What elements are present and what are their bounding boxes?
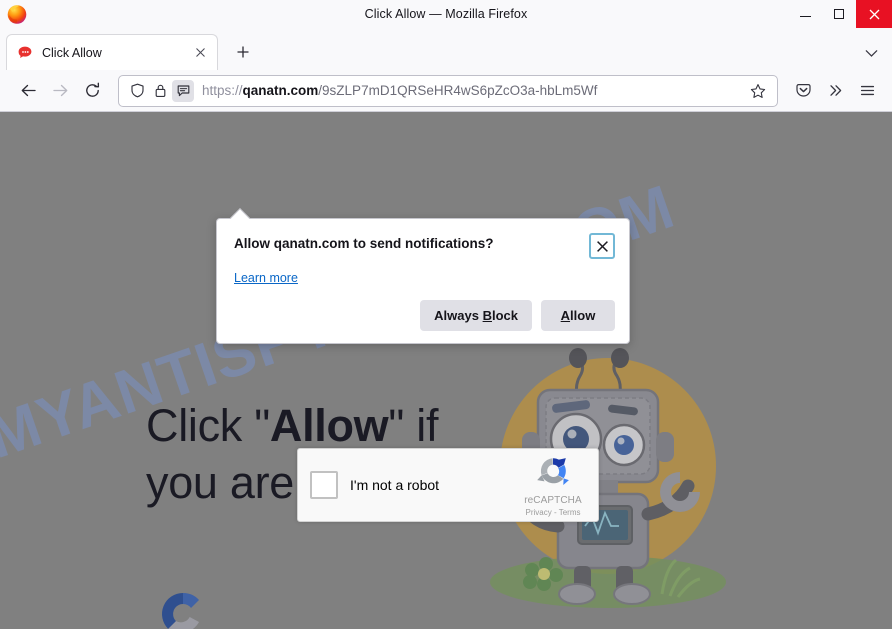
e-captcha-c-logo-icon xyxy=(161,592,199,629)
always-block-button[interactable]: Always Block xyxy=(420,300,532,331)
pocket-icon xyxy=(795,84,811,97)
overflow-menu-button[interactable] xyxy=(820,76,850,106)
reload-icon xyxy=(85,82,99,97)
recaptcha-branding: reCAPTCHA Privacy - Terms xyxy=(514,454,592,517)
url-text[interactable]: https://qanatn.com/9sZLP7mD1QRSeHR4wS6pZ… xyxy=(202,83,743,98)
notification-permission-dialog: Allow qanatn.com to send notifications? … xyxy=(216,208,630,344)
save-to-pocket-button[interactable] xyxy=(788,76,818,106)
url-scheme: https:// xyxy=(202,83,243,98)
tab-label: Click Allow xyxy=(42,45,102,60)
headline-bold: Allow xyxy=(269,400,389,451)
window-controls xyxy=(788,0,892,28)
tab-strip: Click Allow xyxy=(0,28,892,70)
close-window-button[interactable] xyxy=(856,0,892,28)
notification-permission-icon[interactable] xyxy=(172,79,194,102)
close-icon xyxy=(596,240,608,252)
firefox-logo-icon xyxy=(6,3,28,25)
new-tab-button[interactable] xyxy=(228,37,258,67)
recaptcha-logo-icon xyxy=(537,457,569,485)
reload-button[interactable] xyxy=(76,76,108,106)
navigation-toolbar: https://qanatn.com/9sZLP7mD1QRSeHR4wS6pZ… xyxy=(0,70,892,112)
bookmark-star-icon[interactable] xyxy=(747,80,769,102)
doorhanger-title: Allow qanatn.com to send notifications? xyxy=(234,236,494,251)
address-bar[interactable]: https://qanatn.com/9sZLP7mD1QRSeHR4wS6pZ… xyxy=(118,74,778,107)
speech-bubble-favicon-icon xyxy=(17,45,33,61)
padlock-icon[interactable] xyxy=(149,80,171,102)
forward-arrow-icon xyxy=(52,84,67,97)
page-content: MYANTISPYWARE.COM xyxy=(0,112,892,629)
doorhanger-close-button[interactable] xyxy=(589,233,615,259)
tab-close-icon[interactable] xyxy=(191,44,209,62)
doorhanger-header: Allow qanatn.com to send notifications? xyxy=(234,233,615,259)
hamburger-menu-icon xyxy=(860,85,874,96)
recaptcha-widget[interactable]: I'm not a robot reCAPTCHA Privacy - Term… xyxy=(297,448,599,522)
doorhanger-actions: Always Block Allow xyxy=(234,300,615,331)
plus-icon xyxy=(237,46,249,58)
e-captcha-branding: E-CAPTCHA xyxy=(150,588,216,629)
back-button[interactable] xyxy=(12,76,44,106)
identity-box xyxy=(126,79,195,102)
recaptcha-brand-links[interactable]: Privacy - Terms xyxy=(514,508,592,517)
page-dim-overlay xyxy=(0,112,892,629)
recaptcha-label: I'm not a robot xyxy=(350,477,440,493)
headline-part1: Click " xyxy=(146,400,270,451)
double-chevron-right-icon xyxy=(829,85,841,96)
recaptcha-checkbox[interactable] xyxy=(310,471,338,499)
chevron-down-icon xyxy=(865,50,878,57)
forward-button xyxy=(44,76,76,106)
back-arrow-icon xyxy=(21,84,36,97)
window-title: Click Allow — Mozilla Firefox xyxy=(364,7,528,21)
firefox-browser-window: Click Allow — Mozilla Firefox Click Allo… xyxy=(0,0,892,630)
learn-more-link[interactable]: Learn more xyxy=(234,271,298,285)
recaptcha-brand-name: reCAPTCHA xyxy=(524,494,582,506)
url-path: /9sZLP7mD1QRSeHR4wS6pZcO3a-hbLm5Wf xyxy=(318,83,598,98)
tracking-protection-shield-icon[interactable] xyxy=(126,80,148,102)
app-menu-button[interactable] xyxy=(852,76,882,106)
maximize-button[interactable] xyxy=(822,0,856,28)
close-icon xyxy=(869,9,879,19)
url-host: qanatn.com xyxy=(242,83,319,98)
allow-button[interactable]: Allow xyxy=(541,300,615,331)
minimize-button[interactable] xyxy=(788,0,822,28)
list-all-tabs-button[interactable] xyxy=(865,49,878,61)
tab-click-allow[interactable]: Click Allow xyxy=(6,34,218,70)
title-bar: Click Allow — Mozilla Firefox xyxy=(0,0,892,28)
